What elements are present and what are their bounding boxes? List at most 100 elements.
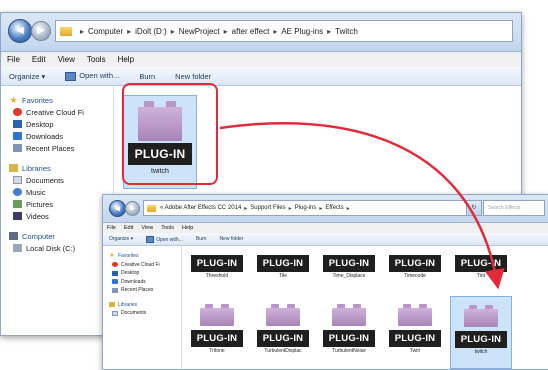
nav-recent-label: Recent Places (121, 287, 154, 294)
nav-recent-label: Recent Places (26, 143, 75, 153)
nav-documents[interactable]: Documents (1, 174, 113, 186)
plugin-file-icon (332, 304, 366, 326)
plugin-badge: PLUG-IN (191, 255, 243, 272)
breadcrumb-plugins[interactable]: Plug-ins (295, 205, 317, 211)
path-separator-icon: ▸ (346, 205, 350, 212)
address-path[interactable]: « Adobe After Effects CC 2014 ▸ Support … (143, 200, 481, 216)
burn-button[interactable]: Burn (196, 236, 207, 242)
menu-tools[interactable]: Tools (87, 55, 106, 64)
new-folder-button[interactable]: New folder (219, 236, 243, 242)
file-item-tint[interactable]: PLUG-IN Tint (450, 250, 512, 294)
file-name: TurbulentDisplac (264, 348, 302, 354)
breadcrumb-effects[interactable]: Effects (325, 205, 343, 211)
breadcrumb-twitch[interactable]: Twitch (335, 27, 358, 36)
nav-libraries[interactable]: Libraries (1, 162, 113, 174)
nav-libraries[interactable]: Libraries (103, 301, 181, 310)
back-button[interactable]: ◀ (109, 200, 126, 217)
breadcrumb-after-effects[interactable]: « Adobe After Effects CC 2014 (160, 205, 241, 211)
nav-creative-cloud-label: Creative Cloud Fi (121, 261, 160, 268)
file-item-turbulent-noise[interactable]: PLUG-IN TurbulentNoise (318, 296, 380, 369)
breadcrumb-drive[interactable]: iDolt (D:) (135, 27, 167, 36)
recent-places-icon (13, 144, 22, 152)
nav-computer-label: Computer (22, 231, 55, 241)
file-item-tile[interactable]: PLUG-IN Tile (252, 250, 314, 294)
burn-button[interactable]: Burn (139, 72, 155, 81)
nav-desktop[interactable]: Desktop (103, 269, 181, 278)
menu-file[interactable]: File (107, 225, 116, 231)
nav-recent-places[interactable]: Recent Places (1, 142, 113, 154)
file-item-twitch[interactable]: PLUG-IN twitch (450, 296, 512, 369)
open-with-button[interactable]: Open with... (146, 235, 183, 243)
nav-documents-label: Documents (26, 175, 64, 185)
file-item-time-displace[interactable]: PLUG-IN Time_Displace (318, 250, 380, 294)
path-separator-icon: ▸ (327, 26, 332, 36)
breadcrumb-ae-plugins[interactable]: AE Plug-ins (281, 27, 323, 36)
nav-libraries-label: Libraries (22, 163, 51, 173)
file-item-timecode[interactable]: PLUG-IN Timecode (384, 250, 446, 294)
file-item-turbulent-displace[interactable]: PLUG-IN TurbulentDisplac (252, 296, 314, 369)
menu-tools[interactable]: Tools (161, 225, 174, 231)
menu-bar: File Edit View Tools Help (1, 52, 521, 67)
nav-downloads[interactable]: Downloads (1, 130, 113, 142)
organize-button[interactable]: Organize ▾ (9, 72, 45, 81)
menu-edit[interactable]: Edit (32, 55, 46, 64)
back-button[interactable]: ◀ (8, 19, 32, 43)
path-separator-icon: ▸ (273, 26, 278, 36)
menu-view[interactable]: View (58, 55, 75, 64)
file-item-twirl[interactable]: PLUG-IN Twirl (384, 296, 446, 369)
file-item-threshold[interactable]: PLUG-IN Threshold (186, 250, 248, 294)
file-name: Threshold (205, 273, 229, 279)
menu-help[interactable]: Help (182, 225, 193, 231)
nav-recent-places[interactable]: Recent Places (103, 286, 181, 295)
back-arrow-icon: ◀ (114, 205, 121, 212)
nav-downloads[interactable]: Downloads (103, 278, 181, 287)
refresh-icon[interactable]: ↻ (466, 200, 482, 216)
forward-button[interactable]: ▶ (31, 21, 51, 41)
path-separator-icon: ▸ (170, 26, 175, 36)
nav-creative-cloud[interactable]: Creative Cloud Fi (1, 106, 113, 118)
file-name: Tritone (209, 348, 225, 354)
menu-file[interactable]: File (7, 55, 20, 64)
nav-documents[interactable]: Documents (103, 309, 181, 318)
breadcrumb-computer[interactable]: Computer (88, 27, 123, 36)
nav-favorites-label: Favorites (22, 95, 53, 105)
computer-icon (9, 232, 18, 240)
nav-music[interactable]: Music (1, 186, 113, 198)
plugin-badge: PLUG-IN (455, 331, 507, 348)
breadcrumb-support-files[interactable]: Support Files (250, 205, 285, 211)
nav-computer[interactable]: Computer (1, 230, 113, 242)
nav-desktop[interactable]: Desktop (1, 118, 113, 130)
breadcrumb-after-effect[interactable]: after effect (232, 27, 270, 36)
nav-pictures[interactable]: Pictures (1, 198, 113, 210)
nav-videos-label: Videos (26, 211, 49, 221)
desktop-icon (13, 120, 22, 128)
search-input[interactable]: ↻ Search Effects (466, 200, 545, 216)
disk-icon (13, 244, 22, 252)
new-folder-button[interactable]: New folder (175, 72, 211, 81)
command-bar: Organize ▾ Open with... Burn New folder (1, 67, 521, 86)
organize-button[interactable]: Organize ▾ (109, 236, 133, 242)
nav-favorites[interactable]: ★ Favorites (1, 94, 113, 106)
desktop-icon (112, 270, 118, 276)
nav-creative-cloud[interactable]: Creative Cloud Fi (103, 261, 181, 270)
open-with-button[interactable]: Open with... (65, 71, 119, 81)
open-with-icon (146, 235, 155, 243)
address-bar-area: ◀ ▶ ▸ Computer ▸ iDolt (D:) ▸ NewProject… (1, 13, 521, 52)
file-grid: PLUG-IN Threshold PLUG-IN Tile PLUG-IN T… (182, 246, 548, 369)
menu-view[interactable]: View (141, 225, 153, 231)
file-name: Timecode (404, 273, 426, 279)
nav-videos[interactable]: Videos (1, 210, 113, 222)
breadcrumb-newproject[interactable]: NewProject (179, 27, 220, 36)
nav-desktop-label: Desktop (26, 119, 54, 129)
file-name: TurbulentNoise (332, 348, 366, 354)
downloads-icon (112, 279, 118, 285)
menu-help[interactable]: Help (118, 55, 134, 64)
plugin-file-icon (266, 304, 300, 326)
nav-favorites[interactable]: ★ Favorites (103, 252, 181, 261)
nav-local-disk[interactable]: Local Disk (C:) (1, 242, 113, 254)
path-separator-icon: ▸ (319, 205, 323, 212)
forward-button[interactable]: ▶ (125, 201, 140, 216)
address-path[interactable]: ▸ Computer ▸ iDolt (D:) ▸ NewProject ▸ a… (55, 20, 513, 42)
menu-edit[interactable]: Edit (124, 225, 133, 231)
file-item-tritone[interactable]: PLUG-IN Tritone (186, 296, 248, 369)
